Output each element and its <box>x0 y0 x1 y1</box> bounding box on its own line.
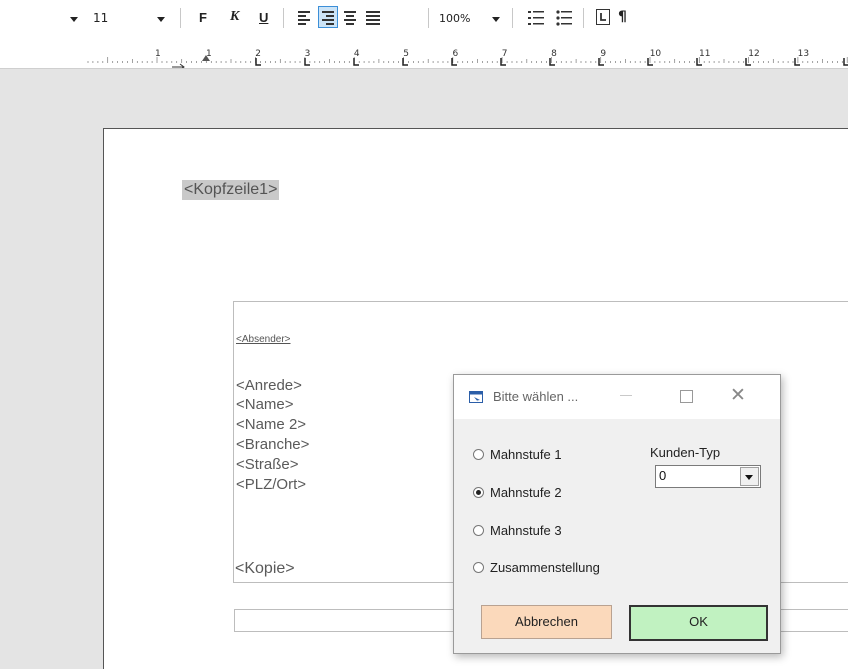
address-line-city[interactable]: <PLZ/Ort> <box>236 476 306 493</box>
underline-button[interactable]: U <box>259 10 268 25</box>
address-line-name[interactable]: <Name> <box>236 396 294 413</box>
tab-stop-icon[interactable] <box>596 9 610 25</box>
chevron-down-icon[interactable] <box>740 467 759 486</box>
ruler-number: 1 <box>155 49 161 59</box>
ruler-number: 3 <box>305 49 311 59</box>
ruler-scale: 1 1 2 3 4 5 6 7 8 9 10 11 12 13 <box>87 49 848 68</box>
ruler-number: 13 <box>798 49 809 59</box>
sender-field[interactable]: <Absender> <box>236 334 291 345</box>
tab-stop-marker[interactable] <box>304 58 310 66</box>
radio-label: Mahnstufe 2 <box>490 485 562 500</box>
align-justify-icon[interactable] <box>364 7 382 27</box>
copy-field[interactable]: <Kopie> <box>235 560 295 578</box>
minimize-icon[interactable] <box>620 395 632 396</box>
radio-unchecked-icon[interactable] <box>473 525 484 536</box>
customer-type-value: 0 <box>659 468 667 483</box>
toolbar-separator <box>583 8 584 28</box>
align-left-icon[interactable] <box>295 7 313 27</box>
formatting-toolbar: 11 F K U 100% ¶ <box>0 0 848 42</box>
ok-button[interactable]: OK <box>629 605 768 641</box>
address-line-name2[interactable]: <Name 2> <box>236 416 306 433</box>
pilcrow-icon[interactable]: ¶ <box>618 9 627 25</box>
dialog-titlebar[interactable]: Bitte wählen ... ✕ <box>454 375 780 419</box>
toolbar-separator <box>512 8 513 28</box>
ruler-number: 2 <box>255 49 261 59</box>
zoom-value[interactable]: 100% <box>439 12 470 25</box>
align-right-icon[interactable] <box>318 6 338 28</box>
toolbar-separator <box>180 8 181 28</box>
font-name-dropdown-arrow[interactable] <box>70 17 78 22</box>
ruler-number: 6 <box>453 49 459 59</box>
ruler-number: 11 <box>699 49 710 59</box>
ruler-number: 9 <box>600 49 606 59</box>
radio-label: Mahnstufe 1 <box>490 447 562 462</box>
ruler-number: 5 <box>403 49 409 59</box>
tab-stop-marker[interactable] <box>598 58 604 66</box>
bold-button[interactable]: F <box>199 10 207 25</box>
tab-stop-marker[interactable] <box>353 58 359 66</box>
tab-stop-marker[interactable] <box>549 58 555 66</box>
tab-stop-marker[interactable] <box>647 58 653 66</box>
radio-mahnstufe-3[interactable]: Mahnstufe 3 <box>473 523 562 538</box>
ruler-number: 12 <box>748 49 759 59</box>
radio-checked-icon[interactable] <box>473 487 484 498</box>
close-icon[interactable]: ✕ <box>730 384 746 406</box>
radio-unchecked-icon[interactable] <box>473 449 484 460</box>
zoom-dropdown-arrow[interactable] <box>492 17 500 22</box>
ruler: 1 1 2 3 4 5 6 7 8 9 10 11 12 13 <box>0 41 848 69</box>
address-line-salutation[interactable]: <Anrede> <box>236 377 302 394</box>
ruler-number: 8 <box>551 49 557 59</box>
dialog-title: Bitte wählen ... <box>493 389 579 404</box>
dialog-window-icon <box>469 391 483 403</box>
italic-button[interactable]: K <box>230 9 239 25</box>
tab-arrow-icon <box>172 63 185 68</box>
radio-label: Zusammenstellung <box>490 560 600 575</box>
maximize-icon[interactable] <box>680 390 693 403</box>
numbered-list-icon[interactable] <box>528 9 544 27</box>
header-field[interactable]: <Kopfzeile1> <box>182 180 280 200</box>
align-center-icon[interactable] <box>341 7 359 27</box>
tab-stop-marker[interactable] <box>794 58 800 66</box>
tab-stop-marker[interactable] <box>500 58 506 66</box>
choose-dialog: Bitte wählen ... ✕ Mahnstufe 1 Mahnstufe… <box>453 374 781 654</box>
tab-stop-marker[interactable] <box>402 58 408 66</box>
cancel-button[interactable]: Abbrechen <box>481 605 612 639</box>
font-size-value[interactable]: 11 <box>93 11 108 25</box>
toolbar-separator <box>428 8 429 28</box>
radio-mahnstufe-1[interactable]: Mahnstufe 1 <box>473 447 562 462</box>
radio-mahnstufe-2[interactable]: Mahnstufe 2 <box>473 485 562 500</box>
radio-zusammenstellung[interactable]: Zusammenstellung <box>473 560 600 575</box>
address-line-branch[interactable]: <Branche> <box>236 436 309 453</box>
customer-type-select[interactable]: 0 <box>655 465 761 488</box>
ruler-number: 7 <box>502 49 508 59</box>
address-line-street[interactable]: <Straße> <box>236 456 299 473</box>
font-size-dropdown-arrow[interactable] <box>157 17 165 22</box>
ruler-number: 10 <box>650 49 662 59</box>
toolbar-separator <box>283 8 284 28</box>
radio-unchecked-icon[interactable] <box>473 562 484 573</box>
bullet-list-icon[interactable] <box>556 9 572 27</box>
radio-label: Mahnstufe 3 <box>490 523 562 538</box>
customer-type-label: Kunden-Typ <box>650 445 721 460</box>
tab-stop-marker[interactable] <box>451 58 457 66</box>
ruler-number: 4 <box>354 49 360 59</box>
